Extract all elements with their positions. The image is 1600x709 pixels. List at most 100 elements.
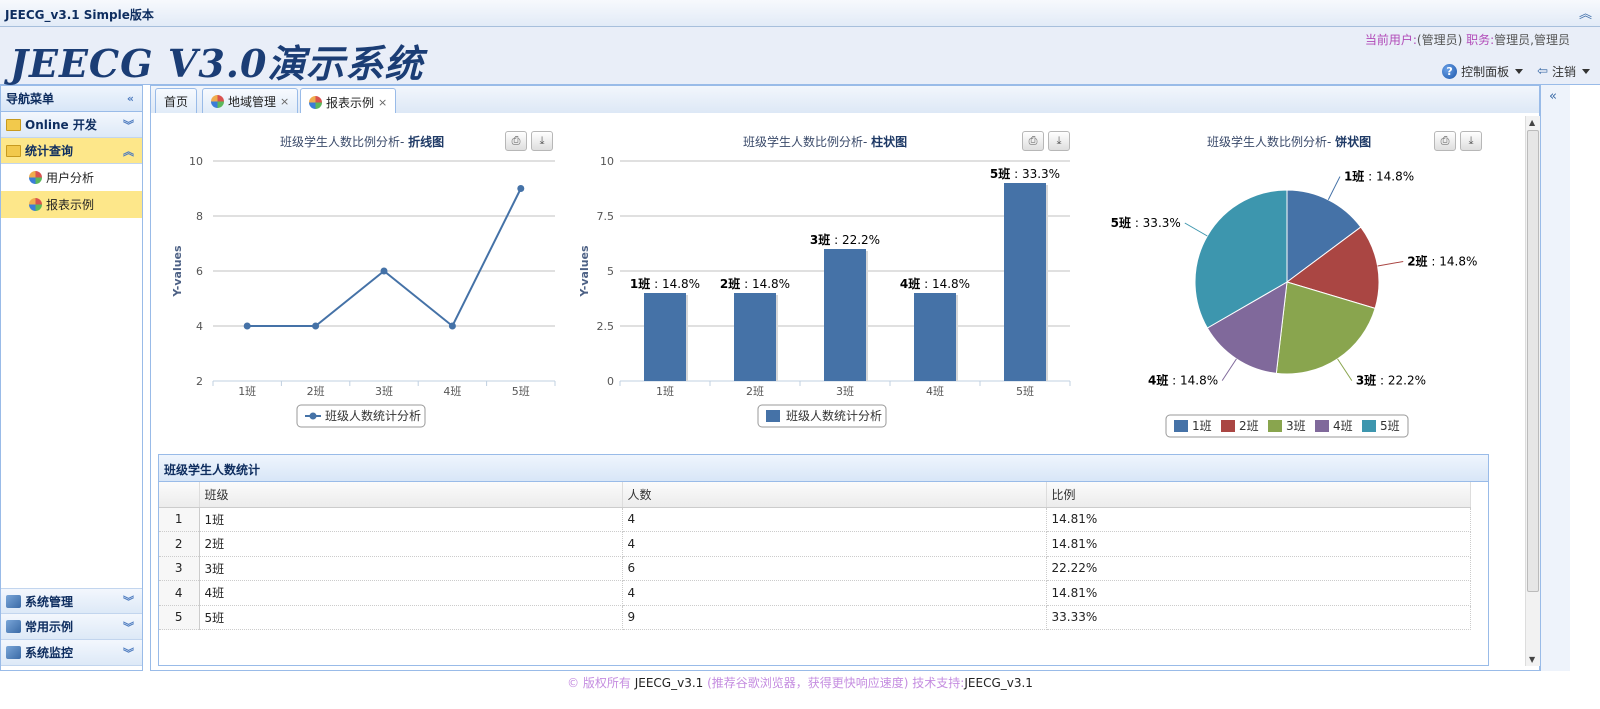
sidebar-group-online-dev[interactable]: Online 开发 ︾	[1, 112, 142, 138]
role-label: 职务:	[1466, 33, 1495, 47]
chart-ball-icon	[29, 198, 42, 211]
y-tick-label: 2.5	[597, 320, 615, 333]
cell-count: 6	[622, 556, 1047, 581]
print-icon: ⎙	[511, 134, 521, 147]
x-tick-label: 1班	[238, 385, 256, 398]
tab-label: 地域管理	[228, 95, 277, 109]
bar	[644, 293, 686, 381]
y-tick-label: 4	[196, 320, 203, 333]
print-button[interactable]: ⎙	[1434, 131, 1456, 151]
chart-ball-icon	[29, 171, 42, 184]
bar	[734, 293, 776, 381]
table-row[interactable]: 3 3班 6 22.22%	[159, 556, 1471, 581]
logout-icon: ⇦	[1537, 64, 1548, 79]
column-header-class[interactable]: 班级	[199, 482, 623, 508]
data-label: 1班 : 14.8%	[630, 276, 700, 291]
data-label: 1班 : 14.8%	[1344, 169, 1414, 184]
legend-swatch	[1174, 420, 1188, 432]
pie-connector	[1184, 222, 1208, 237]
cell-ratio: 22.22%	[1046, 556, 1471, 581]
logout-label: 注销	[1551, 65, 1576, 79]
tab-label: 报表示例	[326, 95, 375, 110]
y-tick-label: 0	[607, 375, 614, 388]
x-tick-label: 3班	[375, 385, 393, 398]
vertical-scrollbar[interactable]: ▲ ▼	[1525, 116, 1540, 666]
row-number: 2	[159, 531, 200, 557]
download-button[interactable]: ⤓	[1460, 131, 1482, 151]
control-panel-button[interactable]: ? 控制面板	[1442, 63, 1524, 80]
data-label: 3班 : 22.2%	[810, 232, 880, 247]
table-row[interactable]: 1 1班 4 14.81%	[159, 507, 1471, 532]
row-number-header	[159, 482, 200, 508]
x-tick-label: 4班	[443, 385, 461, 398]
cell-count: 4	[622, 531, 1047, 557]
window-titlebar: JEECG_v3.1 Simple版本 ︽	[0, 0, 1600, 27]
logout-button[interactable]: ⇦ 注销	[1537, 63, 1590, 80]
data-label: 5班 : 33.3%	[1111, 215, 1181, 230]
folder-icon	[6, 144, 21, 157]
tab-home[interactable]: 首页	[155, 88, 198, 114]
y-tick-label: 7.5	[597, 210, 615, 223]
collapse-sidebar-icon[interactable]: «	[127, 92, 134, 105]
table-row[interactable]: 2 2班 4 14.81%	[159, 531, 1471, 557]
bar-chart-title-prefix: 班级学生人数比例分析-	[743, 135, 868, 149]
table-row[interactable]: 5 5班 9 33.33%	[159, 605, 1471, 630]
sidebar-group-statistics[interactable]: 统计查询 ︽	[1, 138, 142, 164]
scrollbar-thumb[interactable]	[1527, 130, 1539, 592]
sidebar-item-report-example[interactable]: 报表示例	[1, 191, 142, 218]
cell-ratio: 14.81%	[1046, 531, 1471, 557]
group-label: 常用示例	[25, 620, 74, 634]
bar	[1004, 183, 1046, 381]
pie-connector	[1377, 261, 1404, 267]
y-tick-label: 6	[196, 265, 203, 278]
nav-sidebar: 导航菜单 « Online 开发 ︾ 统计查询 ︽ 用户分析 报表示例 系统管理…	[0, 85, 143, 671]
bar-chart-title: 班级学生人数比例分析- 柱状图	[743, 133, 907, 150]
collapse-header-icon[interactable]: ︽	[1579, 3, 1592, 22]
sidebar-item-label: 报表示例	[46, 198, 95, 212]
legend-label: 2班	[1239, 419, 1259, 433]
legend-label: 班级人数统计分析	[325, 408, 421, 423]
east-panel-collapsed[interactable]: «	[1540, 85, 1570, 671]
download-icon: ⤓	[1468, 134, 1474, 147]
group-label: 系统监控	[25, 646, 74, 660]
y-axis-label: Y-values	[578, 245, 591, 298]
sidebar-item-user-analysis[interactable]: 用户分析	[1, 164, 142, 191]
tab-label: 首页	[164, 95, 189, 109]
current-user-value: (管理员)	[1416, 33, 1463, 47]
print-button[interactable]: ⎙	[1022, 131, 1044, 151]
tab-report-example[interactable]: 报表示例 ×	[300, 88, 397, 115]
close-icon[interactable]: ×	[378, 96, 387, 109]
y-tick-label: 2	[196, 375, 203, 388]
cell-count: 4	[622, 507, 1047, 532]
sidebar-group-system-monitor[interactable]: 系统监控 ︾	[1, 640, 142, 666]
column-header-count[interactable]: 人数	[622, 482, 1047, 508]
x-tick-label: 5班	[512, 385, 530, 398]
data-label: 2班 : 14.8%	[1407, 254, 1477, 269]
print-button[interactable]: ⎙	[505, 131, 527, 151]
pie-chart-title-prefix: 班级学生人数比例分析-	[1207, 135, 1332, 149]
x-tick-label: 2班	[746, 385, 764, 398]
legend-label: 5班	[1380, 419, 1400, 433]
line-chart-title: 班级学生人数比例分析- 折线图	[280, 133, 444, 150]
table-row[interactable]: 4 4班 4 14.81%	[159, 580, 1471, 606]
sidebar-title: 导航菜单	[6, 92, 55, 106]
series-line	[247, 188, 522, 328]
scroll-up-icon[interactable]: ▲	[1529, 118, 1535, 127]
row-number: 4	[159, 580, 200, 606]
expand-panel-icon[interactable]: «	[1549, 89, 1557, 104]
close-icon[interactable]: ×	[280, 95, 289, 108]
scroll-down-icon[interactable]: ▼	[1529, 655, 1535, 664]
tab-region-management[interactable]: 地域管理 ×	[202, 88, 299, 114]
sidebar-group-system-admin[interactable]: 系统管理 ︾	[1, 588, 142, 614]
cell-class: 1班	[199, 507, 623, 532]
column-header-ratio[interactable]: 比例	[1046, 482, 1471, 508]
download-button[interactable]: ⤓	[1048, 131, 1070, 151]
cell-ratio: 33.33%	[1046, 605, 1471, 630]
chevron-down-icon: ︾	[123, 595, 134, 608]
pie-connector	[1221, 358, 1237, 381]
sidebar-group-common-examples[interactable]: 常用示例 ︾	[1, 614, 142, 640]
role-value: 管理员,管理员	[1494, 33, 1570, 47]
line-chart: 2 4 6 8 10 Y-values 1班 2班 3班 4班 5班班级人数统计分析	[171, 155, 556, 428]
download-button[interactable]: ⤓	[531, 131, 553, 151]
cell-class: 5班	[199, 605, 623, 630]
